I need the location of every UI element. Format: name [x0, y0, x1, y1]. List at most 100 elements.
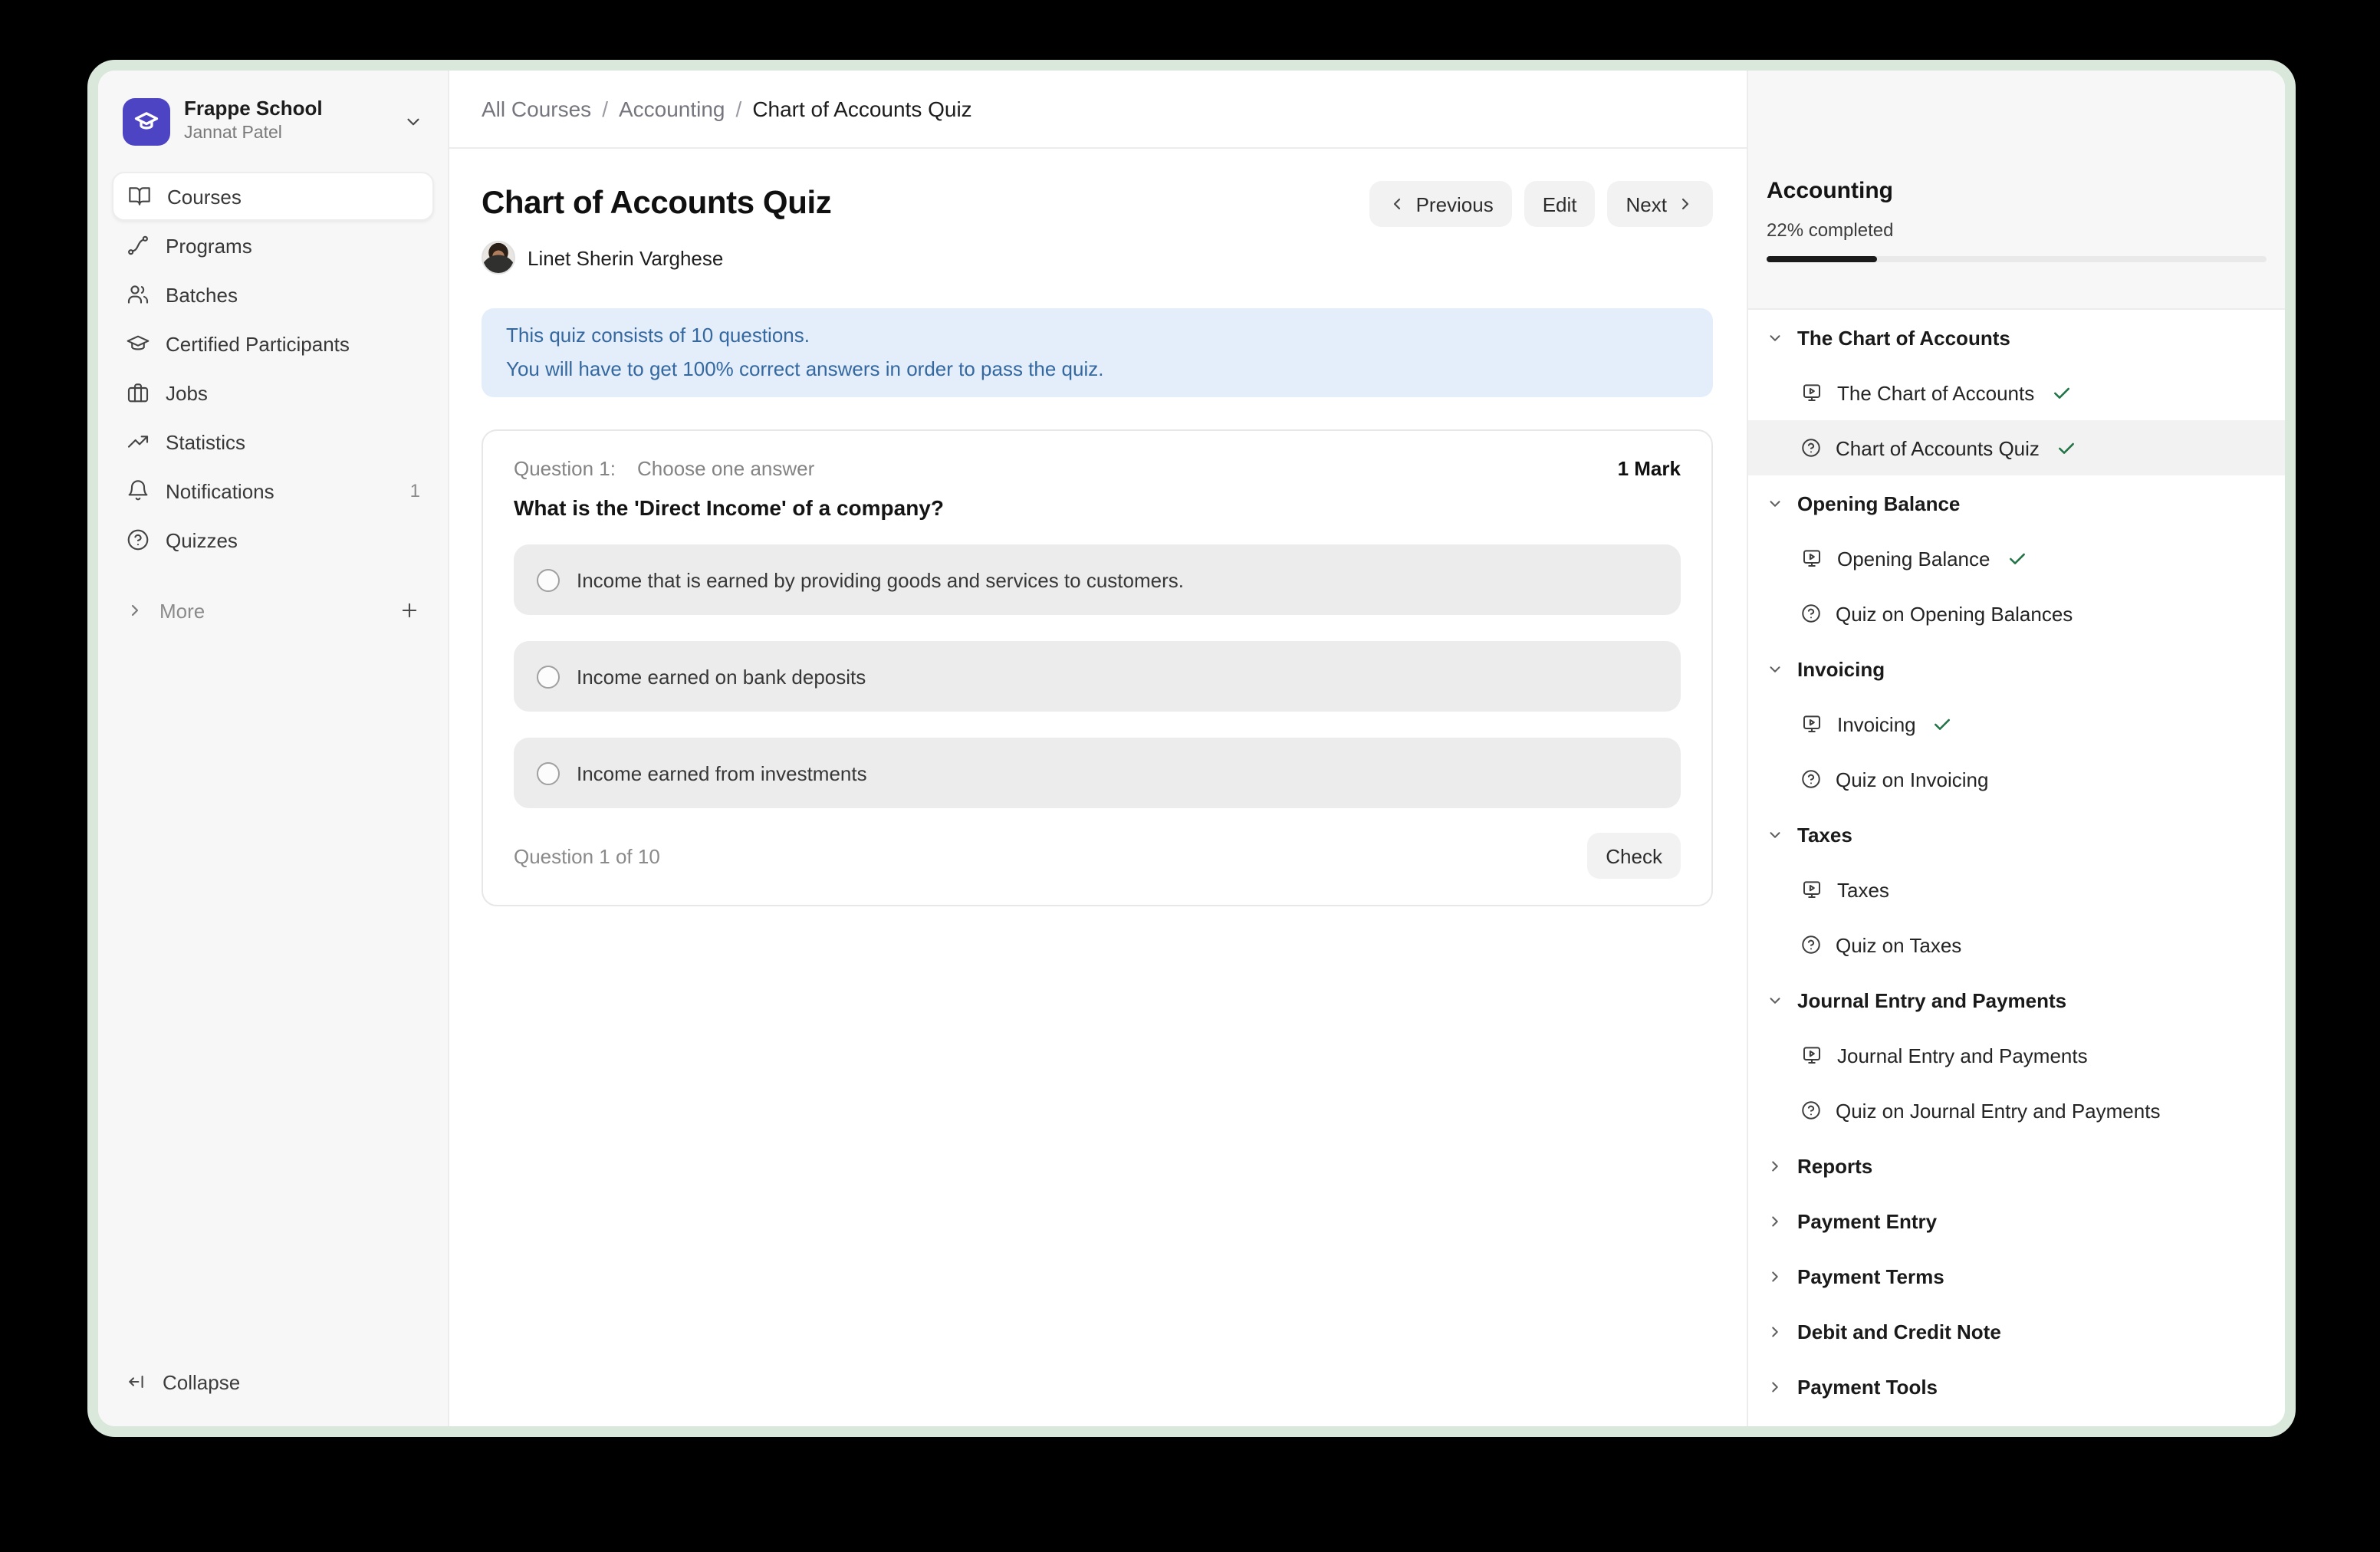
- previous-button[interactable]: Previous: [1370, 181, 1512, 227]
- outline-lesson-label: Quiz on Invoicing: [1836, 768, 1988, 791]
- course-outline-list: The Chart of Accounts The Chart of Accoun…: [1748, 310, 2285, 1426]
- edit-button[interactable]: Edit: [1524, 181, 1596, 227]
- outline-section-invoicing[interactable]: Invoicing: [1748, 641, 2285, 696]
- collapse-button[interactable]: Collapse: [112, 1359, 434, 1405]
- author-name: Linet Sherin Varghese: [528, 246, 723, 269]
- sidebar-item-batches[interactable]: Batches: [112, 270, 434, 319]
- answer-option-2[interactable]: Income earned on bank deposits: [514, 641, 1681, 712]
- outline-section-reports[interactable]: Reports: [1748, 1138, 2285, 1193]
- workspace-user: Jannat Patel: [184, 125, 323, 145]
- outline-lesson-chart-of-accounts-quiz[interactable]: Chart of Accounts Quiz: [1748, 420, 2285, 475]
- outline-section-opening-balance[interactable]: Opening Balance: [1748, 475, 2285, 531]
- outline-section-taxes[interactable]: Taxes: [1748, 807, 2285, 862]
- main-panel: All Courses / Accounting / Chart of Acco…: [449, 71, 1747, 1426]
- chevron-right-icon: [1767, 1268, 1783, 1284]
- page-title: Chart of Accounts Quiz: [482, 186, 831, 222]
- quiz-icon: [1800, 603, 1822, 624]
- outline-section-title: Debit and Credit Note: [1797, 1320, 2001, 1343]
- outline-lesson-quiz-on-journal-entry-and-payments[interactable]: Quiz on Journal Entry and Payments: [1748, 1083, 2285, 1138]
- sidebar-item-programs[interactable]: Programs: [112, 221, 434, 270]
- sidebar-item-label: Courses: [167, 185, 242, 208]
- outline-section-debit-and-credit-note[interactable]: Debit and Credit Note: [1748, 1304, 2285, 1359]
- radio-button[interactable]: [537, 761, 560, 784]
- avatar: [482, 241, 515, 275]
- grad-cap-icon: [126, 331, 150, 356]
- radio-button[interactable]: [537, 665, 560, 688]
- outline-lesson-taxes[interactable]: Taxes: [1748, 862, 2285, 917]
- outline-section-title: The Chart of Accounts: [1797, 326, 2010, 349]
- outline-lesson-quiz-on-opening-balances[interactable]: Quiz on Opening Balances: [1748, 586, 2285, 641]
- breadcrumb-current: Chart of Accounts Quiz: [752, 97, 971, 121]
- outline-section-journal-entry-and-payments[interactable]: Journal Entry and Payments: [1748, 972, 2285, 1028]
- chevron-right-icon: [126, 601, 144, 620]
- outline-section-title: Payment Tools: [1797, 1375, 1938, 1398]
- question-marks: 1 Mark: [1618, 457, 1681, 480]
- breadcrumb-all-courses[interactable]: All Courses: [482, 97, 591, 121]
- sidebar-item-notifications[interactable]: Notifications1: [112, 466, 434, 515]
- workspace-switcher[interactable]: Frappe School Jannat Patel: [112, 98, 434, 146]
- video-lesson-icon: [1800, 878, 1823, 901]
- sidebar-item-jobs[interactable]: Jobs: [112, 368, 434, 417]
- breadcrumb-separator: /: [602, 97, 608, 121]
- quiz-icon: [1800, 1100, 1822, 1121]
- next-button[interactable]: Next: [1608, 181, 1713, 227]
- route-icon: [126, 233, 150, 258]
- course-progress-label: 22% completed: [1767, 219, 2267, 241]
- completed-check-icon: [2051, 383, 2071, 403]
- check-button[interactable]: Check: [1587, 833, 1681, 879]
- video-lesson-icon: [1800, 1044, 1823, 1067]
- answer-option-label: Income that is earned by providing goods…: [577, 568, 1184, 591]
- outline-section-title: Reports: [1797, 1154, 1872, 1177]
- notification-count-badge: 1: [410, 480, 420, 501]
- breadcrumb-accounting[interactable]: Accounting: [619, 97, 725, 121]
- quiz-icon: [1800, 934, 1822, 955]
- sidebar-item-quizzes[interactable]: Quizzes: [112, 515, 434, 564]
- chevron-right-icon: [1767, 1157, 1783, 1174]
- sidebar-item-statistics[interactable]: Statistics: [112, 417, 434, 466]
- outline-lesson-label: Opening Balance: [1837, 547, 1990, 570]
- outline-section-payment-tools[interactable]: Payment Tools: [1748, 1359, 2285, 1414]
- add-button[interactable]: [399, 600, 420, 621]
- outline-section-payment-terms[interactable]: Payment Terms: [1748, 1248, 2285, 1304]
- quiz-icon: [1800, 437, 1822, 459]
- collapse-label: Collapse: [163, 1370, 240, 1393]
- sidebar-item-more[interactable]: More: [112, 586, 434, 635]
- outline-lesson-quiz-on-taxes[interactable]: Quiz on Taxes: [1748, 917, 2285, 972]
- sidebar-item-certified-participants[interactable]: Certified Participants: [112, 319, 434, 368]
- outline-section-the-chart-of-accounts[interactable]: The Chart of Accounts: [1748, 310, 2285, 365]
- question-number: Question 1:: [514, 457, 616, 480]
- outline-section-title: Journal Entry and Payments: [1797, 988, 2066, 1011]
- outline-section-payment-entry[interactable]: Payment Entry: [1748, 1193, 2285, 1248]
- question-progress: Question 1 of 10: [514, 844, 660, 867]
- chevron-down-icon: [1767, 495, 1783, 511]
- outline-lesson-journal-entry-and-payments[interactable]: Journal Entry and Payments: [1748, 1028, 2285, 1083]
- sidebar-item-label: Batches: [166, 283, 238, 306]
- collapse-arrow-icon: [126, 1371, 147, 1393]
- quiz-info-banner: This quiz consists of 10 questions. You …: [482, 308, 1713, 397]
- outline-lesson-opening-balance[interactable]: Opening Balance: [1748, 531, 2285, 586]
- left-sidebar: Frappe School Jannat Patel Courses Progra…: [98, 71, 449, 1426]
- chevron-right-icon: [1676, 195, 1695, 213]
- app-window: Frappe School Jannat Patel Courses Progra…: [87, 60, 2296, 1437]
- radio-button[interactable]: [537, 568, 560, 591]
- outline-lesson-label: Invoicing: [1837, 712, 1916, 735]
- outline-section-title: Taxes: [1797, 823, 1852, 846]
- sidebar-item-courses[interactable]: Courses: [112, 172, 434, 221]
- course-progress-bar: [1767, 256, 2267, 262]
- outline-lesson-quiz-on-invoicing[interactable]: Quiz on Invoicing: [1748, 751, 2285, 807]
- outline-lesson-the-chart-of-accounts[interactable]: The Chart of Accounts: [1748, 365, 2285, 420]
- bell-icon: [126, 478, 150, 503]
- options-list: Income that is earned by providing goods…: [514, 544, 1681, 808]
- quiz-info-line: You will have to get 100% correct answer…: [506, 353, 1688, 386]
- chevron-right-icon: [1767, 1323, 1783, 1340]
- answer-option-3[interactable]: Income earned from investments: [514, 738, 1681, 808]
- outline-lesson-label: Quiz on Journal Entry and Payments: [1836, 1099, 2160, 1122]
- question-text: What is the 'Direct Income' of a company…: [514, 495, 1681, 520]
- outline-lesson-invoicing[interactable]: Invoicing: [1748, 696, 2285, 751]
- quiz-info-line: This quiz consists of 10 questions.: [506, 319, 1688, 353]
- answer-option-label: Income earned on bank deposits: [577, 665, 866, 688]
- sidebar-item-label: Certified Participants: [166, 332, 350, 355]
- answer-option-1[interactable]: Income that is earned by providing goods…: [514, 544, 1681, 615]
- help-circle-icon: [126, 528, 150, 552]
- sidebar-item-label: Programs: [166, 234, 252, 257]
